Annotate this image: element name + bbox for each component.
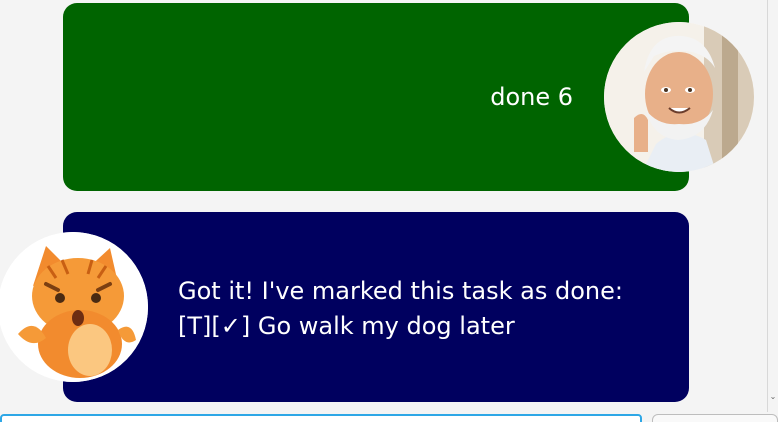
cat-avatar-icon	[0, 232, 148, 382]
vertical-scrollbar[interactable]: ⌄	[767, 0, 778, 412]
user-avatar	[604, 22, 754, 172]
user-message-text: done 6	[490, 83, 573, 111]
bot-message-bubble: Got it! I've marked this task as done: […	[63, 212, 689, 402]
scroll-down-icon[interactable]: ⌄	[769, 392, 777, 402]
bot-message-text: Got it! I've marked this task as done: […	[178, 274, 623, 344]
user-message-bubble: done 6	[63, 3, 689, 191]
user-avatar-icon	[604, 22, 754, 172]
bot-message-line-1: Got it! I've marked this task as done:	[178, 277, 623, 305]
send-button[interactable]	[652, 414, 778, 422]
bot-message-line-2: [T][✓] Go walk my dog later	[178, 312, 515, 340]
message-input[interactable]	[0, 414, 642, 422]
cat-avatar	[0, 232, 148, 382]
chat-window: done 6 Got it! I've marked this task as …	[0, 0, 778, 422]
